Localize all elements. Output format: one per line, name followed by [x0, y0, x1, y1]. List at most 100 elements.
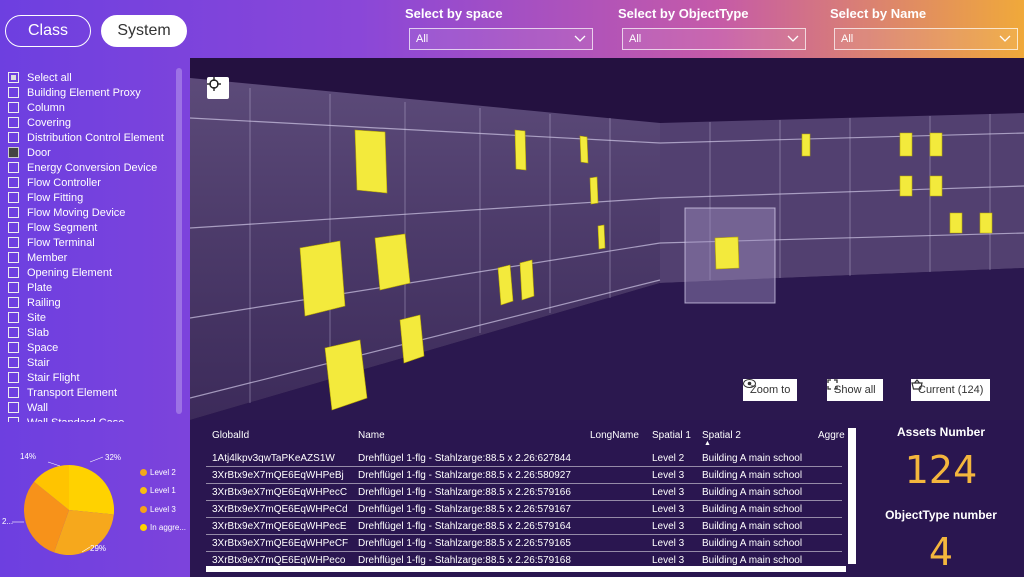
- table-row[interactable]: 1Atj4lkpv3qwTaPKeAZS1W Drehflügel 1-flg -…: [206, 450, 842, 467]
- table-cell: Level 3: [652, 555, 685, 566]
- show-all-button[interactable]: Show all: [827, 379, 883, 401]
- zoom-to-button[interactable]: Zoom to: [743, 379, 798, 401]
- table-cell: Drehflügel 1-flg - Stahlzarge:88.5 x 2.2…: [358, 555, 571, 566]
- checkbox[interactable]: [8, 117, 19, 128]
- table-cell: Building A main school: [702, 470, 803, 481]
- table-row[interactable]: 3XrBtx9eX7mQE6EqWHPeCF Drehflügel 1-flg -…: [206, 535, 842, 552]
- table-row[interactable]: 3XrBtx9eX7mQE6EqWHPeBj Drehflügel 1-flg -…: [206, 467, 842, 484]
- table-cell: 3XrBtx9eX7mQE6EqWHPeCd: [212, 504, 348, 515]
- space-filter-label: Select by space: [405, 6, 503, 21]
- objecttype-item[interactable]: Covering: [8, 115, 176, 130]
- pie-slice-level-2[interactable]: [69, 465, 115, 515]
- objecttype-item-label: Door: [27, 146, 51, 159]
- objecttype-item[interactable]: Flow Fitting: [8, 190, 176, 205]
- table-cell: Drehflügel 1-flg - Stahlzarge:88.5 x 2.2…: [358, 538, 571, 549]
- objecttype-item[interactable]: Column: [8, 100, 176, 115]
- assets-number-label: Assets Number: [896, 425, 986, 439]
- table-cell: Building A main school: [702, 538, 803, 549]
- checkbox[interactable]: [8, 72, 19, 83]
- column-header-aggregate[interactable]: Aggre: [818, 430, 845, 441]
- space-filter-select[interactable]: All: [409, 28, 593, 50]
- table-cell: Level 3: [652, 538, 685, 549]
- checkbox[interactable]: [8, 207, 19, 218]
- class-button[interactable]: Class: [5, 15, 91, 47]
- 3d-model-viewport[interactable]: Zoom to Show all Current (124): [190, 58, 1024, 420]
- objecttype-item[interactable]: Distribution Control Element: [8, 130, 176, 145]
- objecttype-item[interactable]: Opening Element: [8, 265, 176, 280]
- objecttype-item[interactable]: Site: [8, 310, 176, 325]
- legend-level-3[interactable]: Level 3: [140, 505, 176, 514]
- checkbox[interactable]: [8, 312, 19, 323]
- objecttype-item[interactable]: Stair: [8, 355, 176, 370]
- table-row[interactable]: 3XrBtx9eX7mQE6EqWHPecC Drehflügel 1-flg -…: [206, 484, 842, 501]
- legend-in-aggregate[interactable]: In aggre...: [140, 523, 186, 532]
- recenter-button[interactable]: [207, 77, 229, 99]
- objecttype-item[interactable]: Wall Standard Case: [8, 415, 176, 422]
- checkbox[interactable]: [8, 162, 19, 173]
- objecttype-item[interactable]: Stair Flight: [8, 370, 176, 385]
- column-header-name[interactable]: Name: [358, 430, 385, 441]
- current-selection-label: Current (124): [918, 384, 984, 396]
- objecttype-item-label: Transport Element: [27, 386, 118, 399]
- checkbox[interactable]: [8, 87, 19, 98]
- objecttype-item[interactable]: Wall: [8, 400, 176, 415]
- column-header-globalid[interactable]: GlobalId: [212, 430, 249, 441]
- pie-label-32: 32%: [105, 453, 122, 462]
- checkbox[interactable]: [8, 282, 19, 293]
- legend-level-1[interactable]: Level 1: [140, 486, 176, 495]
- checkbox[interactable]: [8, 417, 19, 422]
- checkbox[interactable]: [8, 297, 19, 308]
- table-row[interactable]: 3XrBtx9eX7mQE6EqWHPecE Drehflügel 1-flg -…: [206, 518, 842, 535]
- checkbox[interactable]: [8, 177, 19, 188]
- checkbox[interactable]: [8, 237, 19, 248]
- checkbox[interactable]: [8, 327, 19, 338]
- table-cell: Building A main school: [702, 555, 803, 566]
- name-filter-select[interactable]: All: [834, 28, 1018, 50]
- objecttype-item-label: Building Element Proxy: [27, 86, 141, 99]
- checkbox[interactable]: [8, 102, 19, 113]
- objecttype-item[interactable]: Railing: [8, 295, 176, 310]
- checkbox[interactable]: [8, 132, 19, 143]
- objecttype-item[interactable]: Energy Conversion Device: [8, 160, 176, 175]
- current-selection-button[interactable]: Current (124): [911, 379, 991, 401]
- checkbox[interactable]: [8, 372, 19, 383]
- objecttype-item[interactable]: Slab: [8, 325, 176, 340]
- list-scrollbar[interactable]: [176, 68, 182, 414]
- checkbox[interactable]: [8, 267, 19, 278]
- table-vertical-scrollbar[interactable]: [848, 428, 856, 564]
- objecttype-item[interactable]: Door: [8, 145, 176, 160]
- checkbox[interactable]: [8, 222, 19, 233]
- table-horizontal-scrollbar[interactable]: [206, 566, 846, 572]
- objecttype-item-label: Site: [27, 311, 46, 324]
- checkbox[interactable]: [8, 147, 19, 158]
- checkbox[interactable]: [8, 357, 19, 368]
- objecttype-filter-label: Select by ObjectType: [618, 6, 749, 21]
- column-header-spatial-1[interactable]: Spatial 1: [652, 430, 691, 441]
- legend-label: Level 1: [150, 486, 176, 495]
- legend-level-2[interactable]: Level 2: [140, 468, 176, 477]
- objecttype-item[interactable]: Flow Terminal: [8, 235, 176, 250]
- space-filter-value: All: [416, 33, 429, 45]
- objecttype-item[interactable]: Flow Controller: [8, 175, 176, 190]
- checkbox[interactable]: [8, 252, 19, 263]
- objecttype-item[interactable]: Transport Element: [8, 385, 176, 400]
- table-row[interactable]: 3XrBtx9eX7mQE6EqWHPeCd Drehflügel 1-flg -…: [206, 501, 842, 518]
- pie-label-left: 2...: [2, 517, 14, 526]
- objecttype-item[interactable]: Building Element Proxy: [8, 85, 176, 100]
- objecttype-filter-select[interactable]: All: [622, 28, 806, 50]
- checkbox[interactable]: [8, 387, 19, 398]
- checkbox[interactable]: [8, 192, 19, 203]
- objecttype-item[interactable]: Flow Moving Device: [8, 205, 176, 220]
- objecttype-item[interactable]: Flow Segment: [8, 220, 176, 235]
- column-header-longname[interactable]: LongName: [590, 430, 639, 441]
- system-button[interactable]: System: [101, 15, 187, 47]
- table-cell: Building A main school: [702, 504, 803, 515]
- objecttype-item[interactable]: Space: [8, 340, 176, 355]
- objecttype-item[interactable]: Select all: [8, 70, 176, 85]
- checkbox[interactable]: [8, 402, 19, 413]
- legend-dot: [140, 469, 147, 476]
- checkbox[interactable]: [8, 342, 19, 353]
- objecttype-item[interactable]: Plate: [8, 280, 176, 295]
- table-cell: Level 3: [652, 521, 685, 532]
- objecttype-item[interactable]: Member: [8, 250, 176, 265]
